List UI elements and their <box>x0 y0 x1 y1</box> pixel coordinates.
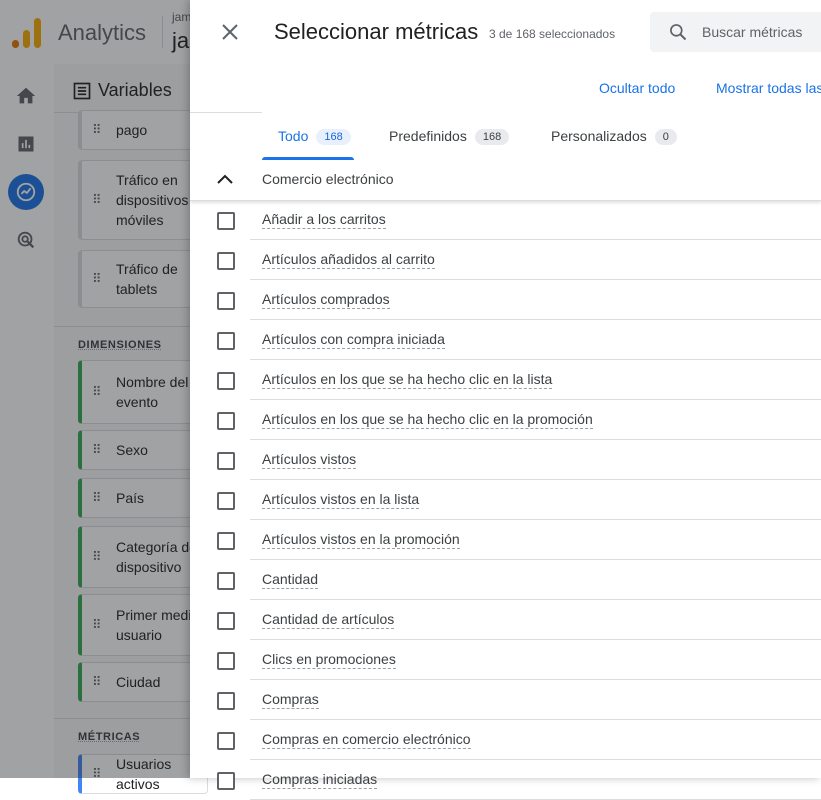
metric-label: Artículos en los que se ha hecho clic en… <box>262 411 593 429</box>
metric-label: Cantidad de artículos <box>262 611 395 629</box>
group-title: Comercio electrónico <box>262 171 394 187</box>
metric-label: Artículos comprados <box>262 291 390 309</box>
close-button[interactable] <box>214 16 246 48</box>
metric-checkbox[interactable] <box>217 412 235 430</box>
group-header-ecommerce[interactable]: Comercio electrónico <box>190 160 821 201</box>
metric-checkbox[interactable] <box>217 492 235 510</box>
metric-label: Cantidad <box>262 571 319 589</box>
metric-checkbox[interactable] <box>217 212 235 230</box>
metric-row[interactable]: Clics en promociones <box>190 640 821 680</box>
tab-count-badge: 168 <box>316 129 351 145</box>
metric-label: Artículos con compra iniciada <box>262 331 445 349</box>
metric-row[interactable]: Artículos en los que se ha hecho clic en… <box>190 400 821 440</box>
metric-checkbox[interactable] <box>217 732 235 750</box>
metric-label: Clics en promociones <box>262 651 396 669</box>
metric-list: Añadir a los carritos Artículos añadidos … <box>190 200 821 800</box>
close-icon <box>222 24 238 40</box>
metric-label: Compras <box>262 691 319 709</box>
metric-row[interactable]: Compras <box>190 680 821 720</box>
tab-count-badge: 0 <box>654 129 677 145</box>
select-metrics-drawer: Seleccionar métricas 3 de 168 selecciona… <box>190 0 821 800</box>
metric-checkbox[interactable] <box>217 292 235 310</box>
chevron-up-icon[interactable] <box>216 171 234 189</box>
metric-row[interactable]: Cantidad <box>190 560 821 600</box>
metric-checkbox[interactable] <box>217 652 235 670</box>
metric-row[interactable]: Compras iniciadas <box>190 760 821 800</box>
metric-row[interactable]: Artículos en los que se ha hecho clic en… <box>190 360 821 400</box>
metric-label: Artículos añadidos al carrito <box>262 251 435 269</box>
metric-row[interactable]: Añadir a los carritos <box>190 200 821 240</box>
metric-label: Compras iniciadas <box>262 771 378 789</box>
drawer-title: Seleccionar métricas <box>274 19 479 44</box>
metric-checkbox[interactable] <box>217 452 235 470</box>
metric-row[interactable]: Cantidad de artículos <box>190 600 821 640</box>
metric-row[interactable]: Compras en comercio electrónico <box>190 720 821 760</box>
metric-checkbox[interactable] <box>217 612 235 630</box>
metric-row[interactable]: Artículos vistos <box>190 440 821 480</box>
metric-label: Añadir a los carritos <box>262 211 386 229</box>
metric-checkbox[interactable] <box>217 252 235 270</box>
metric-row[interactable]: Artículos comprados <box>190 280 821 320</box>
metric-label: Compras en comercio electrónico <box>262 731 471 749</box>
search-icon <box>670 24 687 41</box>
metric-row[interactable]: Artículos vistos en la promoción <box>190 520 821 560</box>
metric-row[interactable]: Artículos vistos en la lista <box>190 480 821 520</box>
hide-all-link[interactable]: Ocultar todo <box>599 80 675 96</box>
metric-checkbox[interactable] <box>217 692 235 710</box>
header-divider <box>190 112 262 113</box>
metric-checkbox[interactable] <box>217 332 235 350</box>
search-box[interactable] <box>650 12 821 52</box>
search-input[interactable] <box>702 24 821 40</box>
metric-label: Artículos vistos <box>262 451 357 469</box>
metric-row[interactable]: Artículos con compra iniciada <box>190 320 821 360</box>
metric-checkbox[interactable] <box>217 572 235 590</box>
metric-checkbox[interactable] <box>217 772 235 790</box>
selected-count: 3 de 168 seleccionados <box>489 27 616 41</box>
metric-row[interactable]: Artículos añadidos al carrito <box>190 240 821 280</box>
metric-label: Artículos vistos en la lista <box>262 491 420 509</box>
show-all-link[interactable]: Mostrar todas las <box>716 80 821 96</box>
metric-label: Artículos vistos en la promoción <box>262 531 460 549</box>
tab-count-badge: 168 <box>474 129 510 145</box>
tab-personalizados[interactable]: Personalizados 0 <box>551 128 677 160</box>
tab-todo[interactable]: Todo 168 <box>278 128 351 160</box>
metric-label: Artículos en los que se ha hecho clic en… <box>262 371 553 389</box>
tab-predefinidos[interactable]: Predefinidos 168 <box>389 128 510 160</box>
metric-checkbox[interactable] <box>217 372 235 390</box>
metric-checkbox[interactable] <box>217 532 235 550</box>
